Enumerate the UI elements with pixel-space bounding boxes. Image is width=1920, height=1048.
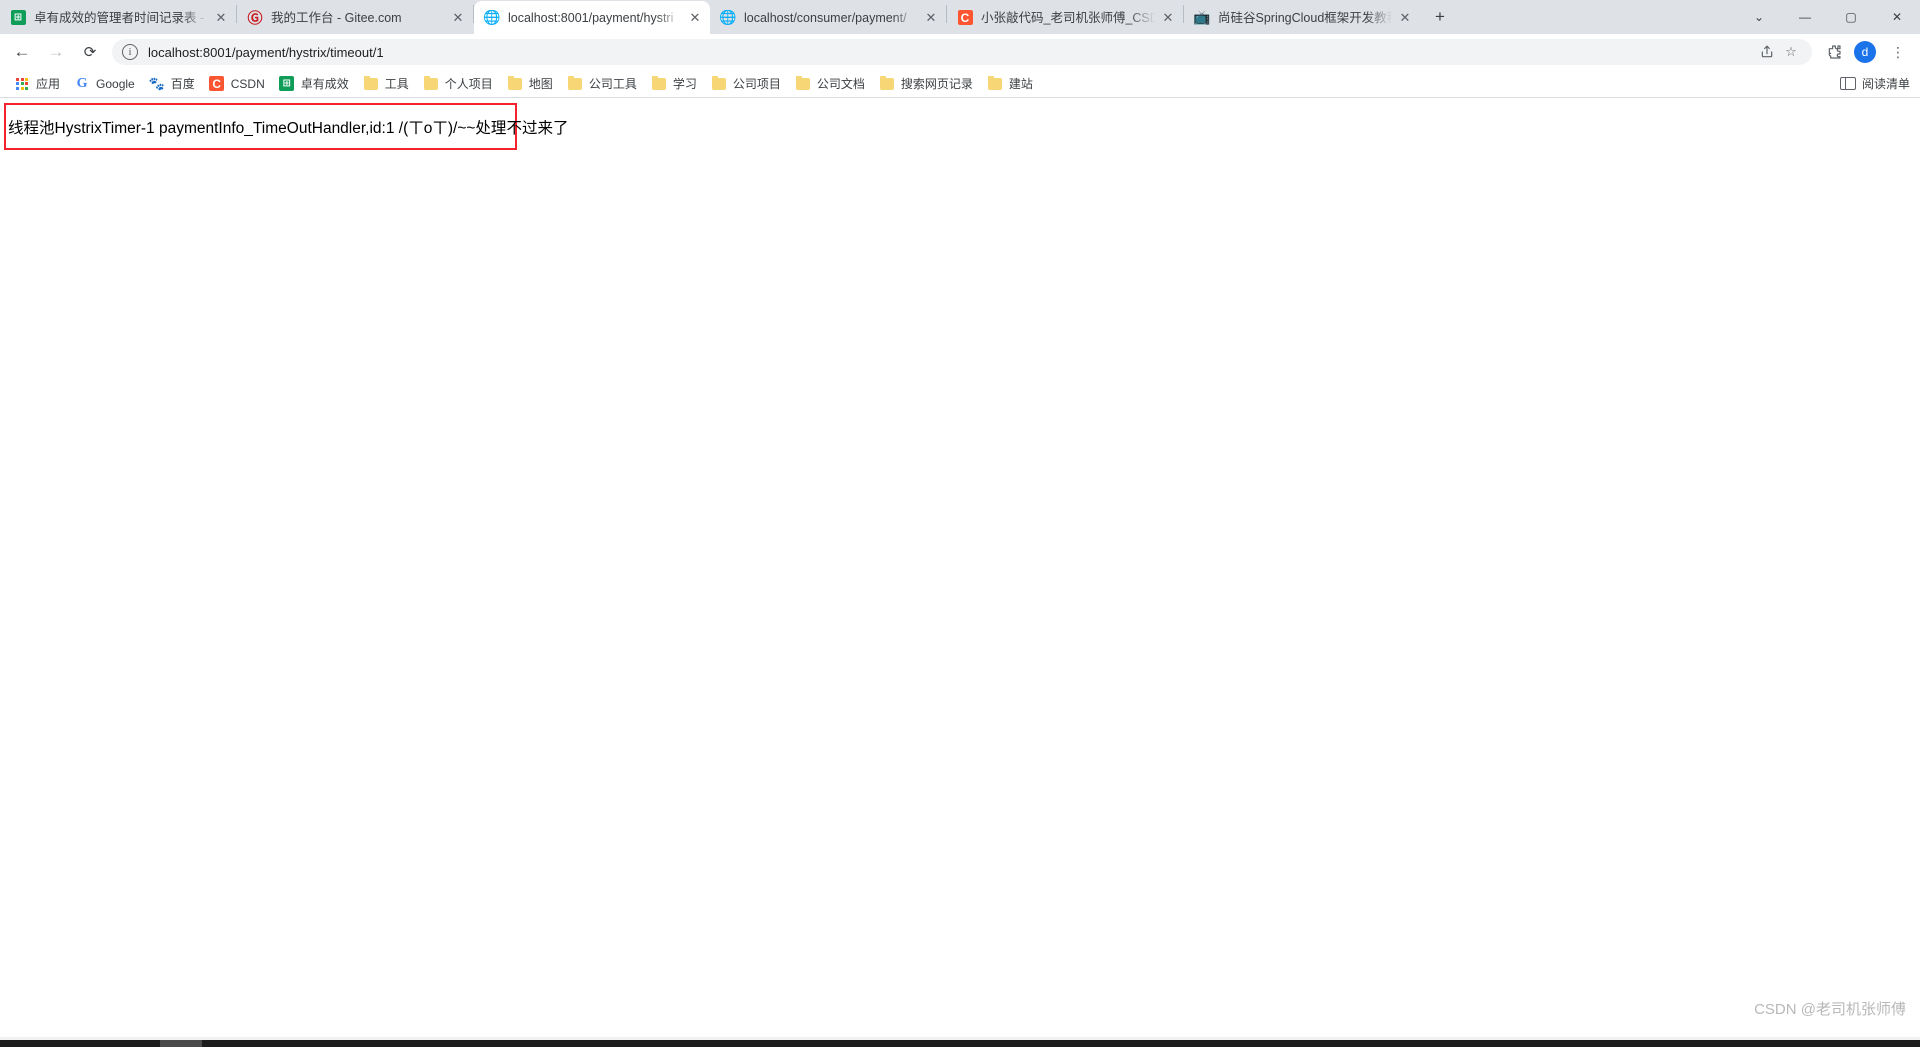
bookmark-label: 百度 [170,77,195,91]
csdn-icon: C [209,76,225,92]
baidu-icon: 🐾 [148,75,165,91]
tab-close-button[interactable]: ✕ [1159,9,1177,27]
bookmark-label: Google [96,76,135,91]
folder-icon [987,75,1003,92]
tab-title: 卓有成效的管理者时间记录表 - 金 [34,10,208,25]
taskbar-item[interactable] [160,1040,202,1047]
browser-tab-4[interactable]: C 小张敲代码_老司机张师傅_CSDN ✕ [947,1,1183,34]
tab-title: localhost/consumer/payment/ [744,10,907,25]
avatar[interactable]: d [1854,41,1876,63]
bookmark-zhuoyouchengxiao[interactable]: ⊞ 卓有成效 [273,73,355,95]
forward-button[interactable]: → [42,38,70,66]
google-icon: G [76,75,88,91]
folder-icon [879,75,895,92]
bookmark-folder-company-docs[interactable]: 公司文档 [789,73,871,95]
reload-button[interactable]: ⟳ [76,38,104,66]
bookmark-label: 公司文档 [816,77,865,91]
globe-icon: 🌐 [720,9,736,26]
folder-icon [507,75,523,92]
puzzle-icon[interactable] [1820,38,1848,66]
bookmark-folder-company-projects[interactable]: 公司项目 [705,73,787,95]
toolbar-right-actions: d ⋮ [1818,38,1912,66]
bookmark-csdn[interactable]: C CSDN [203,73,271,95]
tab-close-button[interactable]: ✕ [449,9,467,27]
window-controls: ⌄ — ▢ ✕ [1736,0,1920,34]
apps-grid-icon [14,76,30,92]
os-taskbar [0,1040,1920,1047]
site-info-icon[interactable]: i [122,44,138,60]
address-bar[interactable]: i localhost:8001/payment/hystrix/timeout… [112,39,1812,65]
folder-icon [567,75,583,92]
bookmark-label: 公司项目 [732,77,781,91]
bookmark-google[interactable]: G Google [68,73,141,95]
gitee-icon: Ⓖ [247,10,263,26]
browser-tab-2-active[interactable]: 🌐 localhost:8001/payment/hystri ✕ [474,1,710,34]
page-body-text: 线程池HystrixTimer-1 paymentInfo_TimeOutHan… [8,120,569,137]
reading-list-button[interactable]: 阅读清单 [1839,75,1910,92]
reading-list-icon [1839,76,1856,91]
bookmark-folder-maps[interactable]: 地图 [501,73,559,95]
bookmark-label: 学习 [672,77,697,91]
bilibili-icon: 📺 [1194,9,1210,26]
bookmark-apps[interactable]: 应用 [8,73,66,95]
tab-close-button[interactable]: ✕ [1396,9,1414,27]
bookmark-folder-tools[interactable]: 工具 [357,73,415,95]
folder-icon [795,75,811,92]
folder-icon [363,75,379,92]
bookmark-folder-personal-projects[interactable]: 个人项目 [417,73,499,95]
bookmark-label: CSDN [230,76,265,91]
csdn-icon: C [957,10,973,26]
browser-tab-1[interactable]: Ⓖ 我的工作台 - Gitee.com ✕ [237,1,473,34]
browser-tab-3[interactable]: 🌐 localhost/consumer/payment/ ✕ [710,1,946,34]
window-close-button[interactable]: ✕ [1874,0,1920,34]
tab-title: localhost:8001/payment/hystri [508,10,674,25]
bookmark-star-icon[interactable]: ☆ [1780,41,1802,63]
bookmark-label: 卓有成效 [300,77,349,91]
folder-icon [711,75,727,92]
bookmark-folder-company-tools[interactable]: 公司工具 [561,73,643,95]
browser-tab-strip: ⊞ 卓有成效的管理者时间记录表 - 金 ✕ Ⓖ 我的工作台 - Gitee.co… [0,0,1920,34]
reading-list-label: 阅读清单 [1861,77,1910,91]
tab-title: 我的工作台 - Gitee.com [271,10,402,25]
spreadsheet-icon: ⊞ [10,10,26,26]
tab-search-chevron-down-icon[interactable]: ⌄ [1736,0,1782,34]
tab-title: 小张敲代码_老司机张师傅_CSDN [981,10,1155,25]
tab-close-button[interactable]: ✕ [212,9,230,27]
spreadsheet-icon: ⊞ [279,76,295,92]
globe-icon: 🌐 [484,9,500,26]
bookmark-label: 公司工具 [588,77,637,91]
browser-tab-5[interactable]: 📺 尚硅谷SpringCloud框架开发教程 ✕ [1184,1,1420,34]
browser-toolbar: ← → ⟳ i localhost:8001/payment/hystrix/t… [0,34,1920,70]
window-maximize-button[interactable]: ▢ [1828,0,1874,34]
bookmark-label: 个人项目 [444,77,493,91]
bookmark-folder-search-history[interactable]: 搜索网页记录 [873,73,979,95]
browser-menu-button[interactable]: ⋮ [1884,38,1912,66]
window-minimize-button[interactable]: — [1782,0,1828,34]
folder-icon [423,75,439,92]
bookmark-label: 搜索网页记录 [900,77,973,91]
bookmark-label: 应用 [36,77,61,91]
bookmark-label: 地图 [528,77,553,91]
bookmark-label: 工具 [384,77,409,91]
new-tab-button[interactable]: + [1426,3,1454,31]
tab-title: 尚硅谷SpringCloud框架开发教程 [1218,10,1392,25]
tab-close-button[interactable]: ✕ [686,9,704,27]
address-bar-url: localhost:8001/payment/hystrix/timeout/1 [148,44,384,60]
share-icon[interactable] [1756,41,1778,63]
bookmark-baidu[interactable]: 🐾 百度 [143,73,201,95]
page-viewport: 线程池HystrixTimer-1 paymentInfo_TimeOutHan… [0,98,1920,1047]
browser-tab-0[interactable]: ⊞ 卓有成效的管理者时间记录表 - 金 ✕ [0,1,236,34]
csdn-watermark: CSDN @老司机张师傅 [1754,1001,1906,1018]
bookmark-label: 建站 [1008,77,1033,91]
back-button[interactable]: ← [8,38,36,66]
bookmark-folder-website-building[interactable]: 建站 [981,73,1039,95]
tab-close-button[interactable]: ✕ [922,9,940,27]
folder-icon [651,75,667,92]
bookmark-folder-study[interactable]: 学习 [645,73,703,95]
bookmarks-bar: 应用 G Google 🐾 百度 C CSDN ⊞ 卓有成效 工具 个人项目 地… [0,70,1920,98]
